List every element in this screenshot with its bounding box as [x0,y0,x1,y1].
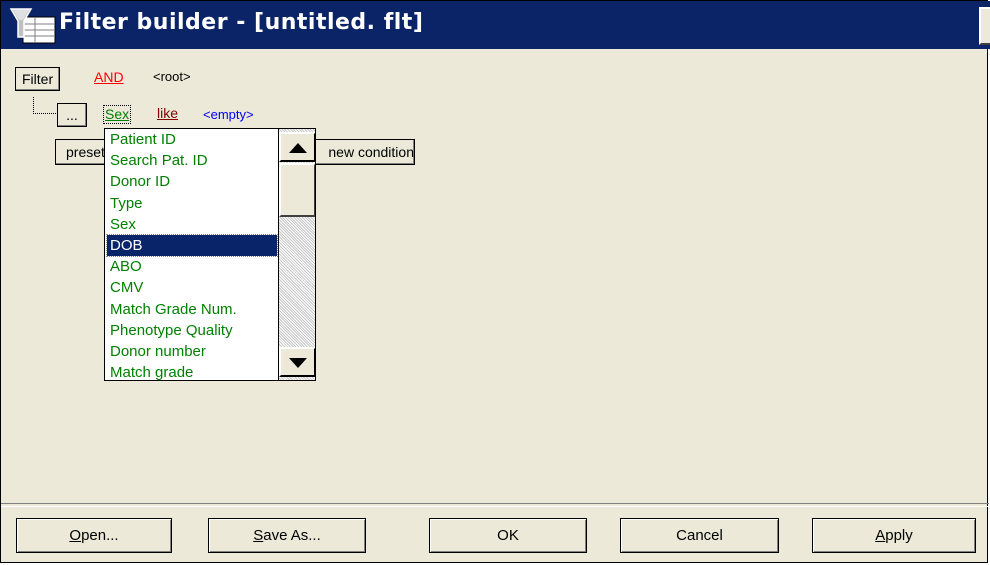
filter-builder-window: Filter builder - [untitled. flt] ✕ Filte… [0,0,990,563]
apply-label: pply [885,527,913,544]
list-item[interactable]: Match grade [107,362,277,380]
scroll-thumb[interactable] [279,163,315,217]
open-button[interactable]: Open... [16,518,172,553]
filter-button[interactable]: Filter [15,67,61,91]
filter-app-icon [9,8,56,44]
condition-value-link[interactable]: <empty> [203,107,254,122]
field-dropdown-list[interactable]: Patient ID Search Pat. ID Donor ID Type … [104,128,316,381]
list-item[interactable]: Search Pat. ID [107,150,277,171]
list-item[interactable]: Patient ID [107,129,277,150]
scroll-down-button[interactable] [279,347,315,377]
window-title: Filter builder - [untitled. flt] [59,10,424,35]
list-item[interactable]: Phenotype Quality [107,320,277,341]
close-button[interactable]: ✕ [979,7,990,45]
apply-mnemonic: A [875,527,886,544]
tree-connector [33,97,56,114]
new-condition-button[interactable]: new condition [309,139,415,165]
list-item[interactable]: Type [107,193,277,214]
arrow-down-icon [288,358,307,368]
list-item[interactable]: CMV [107,277,277,298]
divider [1,503,989,507]
ok-button[interactable]: OK [429,518,587,553]
list-item[interactable]: Donor ID [107,171,277,192]
open-label: pen... [81,527,119,544]
save-as-button[interactable]: Save As... [208,518,366,553]
dropdown-scrollbar[interactable] [278,129,315,380]
scroll-up-button[interactable] [279,132,315,162]
condition-options-button[interactable]: ... [57,103,87,127]
condition-field-link[interactable]: Sex [103,105,132,124]
root-label: <root> [153,69,191,84]
list-item[interactable]: Match Grade Num. [107,299,277,320]
apply-button[interactable]: Apply [812,518,976,553]
list-item[interactable]: ABO [107,256,277,277]
arrow-up-icon [288,143,307,153]
list-item-selected[interactable]: DOB [106,233,278,258]
title-bar[interactable]: Filter builder - [untitled. flt] ✕ [1,1,990,49]
list-item[interactable]: Donor number [107,341,277,362]
save-as-label: ave As... [263,527,321,544]
field-options: Patient ID Search Pat. ID Donor ID Type … [106,129,278,380]
list-item[interactable]: Sex [107,214,277,235]
condition-operator-link[interactable]: like [157,105,178,121]
save-as-mnemonic: S [253,527,264,544]
cancel-button[interactable]: Cancel [620,518,779,553]
group-operator-link[interactable]: AND [94,69,124,85]
open-mnemonic: O [69,527,82,544]
